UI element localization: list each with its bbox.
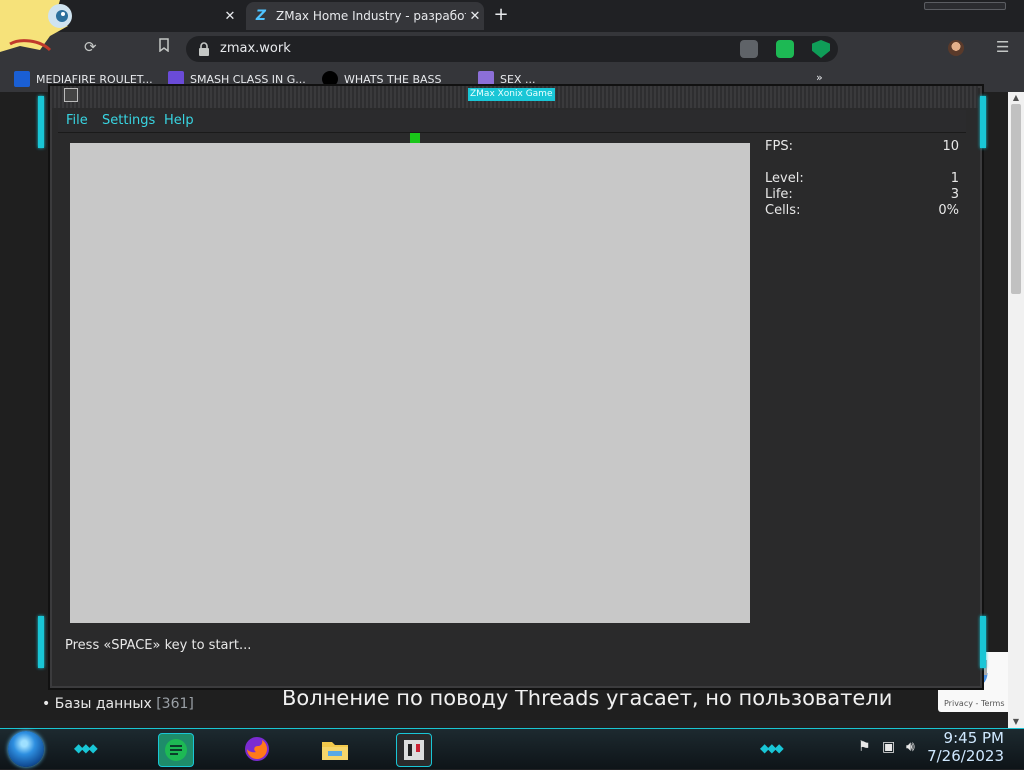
taskbar: ◆◆◆ ◆◆◆ ⚑ ▣ 🔊︎ 9:45 PM 7/26/2023: [0, 728, 1024, 769]
start-button[interactable]: [8, 731, 44, 767]
stat-fps-label: FPS:: [765, 139, 793, 154]
system-clock[interactable]: 9:45 PM 7/26/2023: [927, 729, 1004, 765]
browser-tab-active[interactable]: Z ZMax Home Industry - разработка ✕: [246, 2, 484, 30]
xonix-game-icon[interactable]: [396, 733, 432, 767]
frame-accent: [980, 96, 986, 148]
flag-icon[interactable]: ⚑: [858, 739, 871, 755]
mascot-sticker-icon: [0, 0, 72, 52]
stat-level-label: Level:: [765, 171, 804, 186]
game-window-title: ZMax Xonix Game: [468, 88, 555, 101]
stat-cells-label: Cells:: [765, 203, 801, 218]
reload-icon[interactable]: ⟳: [84, 38, 97, 56]
frame-accent: [980, 616, 986, 668]
game-status-message: Press «SPACE» key to start...: [65, 638, 252, 653]
close-tab-icon[interactable]: ✕: [221, 9, 239, 24]
player-cursor: [410, 133, 420, 143]
file-explorer-icon[interactable]: [318, 733, 352, 765]
shield-extension-icon[interactable]: [812, 40, 830, 58]
game-menubar: File Settings Help: [58, 110, 966, 133]
taskbar-decor: ◆◆◆: [74, 741, 98, 755]
frame-accent: [38, 96, 44, 148]
close-tab-icon[interactable]: ✕: [466, 9, 484, 24]
firefox-icon[interactable]: [240, 733, 274, 765]
browser-tab-inactive[interactable]: ✕: [100, 2, 245, 30]
taskbar-decor: ◆◆◆: [760, 741, 784, 755]
mediafire-icon: [14, 71, 30, 87]
profile-avatar[interactable]: [948, 40, 964, 56]
browser-toolbar: ⟳ zmax.work ☰: [0, 32, 1024, 64]
menu-settings[interactable]: Settings: [102, 113, 155, 128]
zmax-favicon-icon: Z: [255, 8, 267, 24]
game-app-icon[interactable]: [64, 88, 78, 102]
address-bar[interactable]: zmax.work: [186, 36, 838, 62]
menu-help[interactable]: Help: [164, 113, 194, 128]
scroll-up-icon[interactable]: ▲: [1008, 92, 1024, 104]
notes-app-icon[interactable]: [158, 733, 194, 767]
list-item[interactable]: • Базы данных [361]: [42, 696, 194, 712]
new-tab-button[interactable]: +: [491, 5, 511, 25]
extension-notes-icon[interactable]: [776, 40, 794, 58]
clock-time: 9:45 PM: [943, 729, 1004, 747]
stat-level-value: 1: [950, 171, 959, 186]
stat-fps-value: 10: [942, 139, 959, 154]
url-text: zmax.work: [220, 41, 291, 56]
lock-icon: [199, 42, 209, 56]
clock-date: 7/26/2023: [927, 747, 1004, 765]
frame-accent: [38, 616, 44, 668]
network-icon[interactable]: ▣: [882, 739, 895, 755]
page-scrollbar[interactable]: ▲ ▼: [1008, 92, 1024, 728]
scroll-down-icon[interactable]: ▼: [1008, 716, 1024, 728]
bookmark-star-icon[interactable]: [158, 38, 170, 56]
scroll-thumb[interactable]: [1011, 104, 1021, 294]
stat-life-label: Life:: [765, 187, 793, 202]
stat-cells-value: 0%: [938, 203, 959, 218]
window-controls: [924, 0, 1024, 12]
translate-icon[interactable]: [740, 40, 758, 58]
tab-title: ZMax Home Industry - разработка: [276, 9, 466, 23]
menu-icon[interactable]: ☰: [996, 38, 1009, 56]
browser-tab-bar: ✕ Z ZMax Home Industry - разработка ✕ +: [0, 0, 1024, 32]
game-play-field[interactable]: [70, 143, 750, 623]
stat-life-value: 3: [950, 187, 959, 202]
menu-file[interactable]: File: [66, 113, 88, 128]
volume-icon[interactable]: 🔊︎: [906, 739, 915, 755]
